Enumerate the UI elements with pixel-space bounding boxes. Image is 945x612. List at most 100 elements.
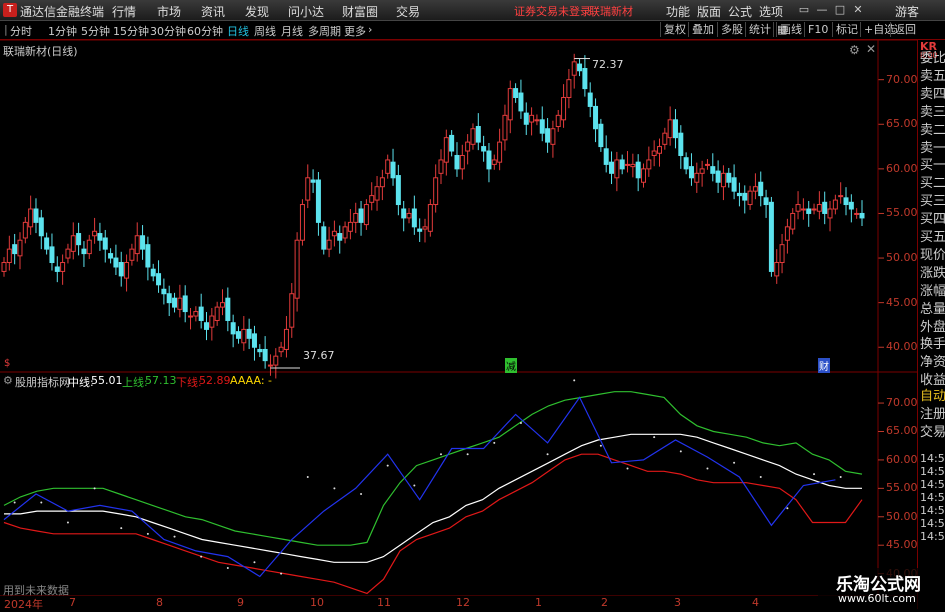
candle[interactable]: [353, 202, 359, 234]
tool-mark[interactable]: 标记: [832, 22, 861, 37]
candle[interactable]: [150, 263, 156, 282]
menu-options[interactable]: 选项: [759, 3, 783, 20]
quote-field-label[interactable]: 卖二: [920, 119, 945, 138]
candle[interactable]: [694, 162, 700, 193]
candle[interactable]: [374, 176, 380, 211]
lower-line[interactable]: [3, 453, 863, 595]
candle[interactable]: [363, 199, 369, 230]
candle[interactable]: [118, 251, 124, 287]
candle[interactable]: [235, 326, 241, 344]
period-multi[interactable]: 多周期: [308, 23, 341, 39]
candle[interactable]: [555, 110, 561, 132]
candle[interactable]: [86, 234, 92, 259]
menu-function[interactable]: 功能: [666, 3, 690, 20]
candle[interactable]: [433, 164, 439, 213]
period-monthly[interactable]: 月线: [281, 23, 303, 39]
quote-field-label[interactable]: 卖五: [920, 65, 945, 84]
candle[interactable]: [262, 336, 268, 369]
candle[interactable]: [44, 232, 50, 255]
candle[interactable]: [134, 222, 140, 262]
menu-item-community[interactable]: 财富圈: [342, 3, 378, 20]
indicator-name[interactable]: 股朋指标网: [15, 374, 70, 390]
candle[interactable]: [859, 200, 865, 226]
candle[interactable]: [609, 151, 615, 185]
tool-stats[interactable]: 统计: [745, 22, 774, 37]
candle[interactable]: [342, 221, 348, 244]
finance-marker[interactable]: 财: [818, 358, 830, 373]
quote-field-label[interactable]: 外盘: [920, 316, 945, 335]
menu-item-trade[interactable]: 交易: [396, 3, 420, 20]
candle[interactable]: [854, 208, 860, 219]
candle[interactable]: [459, 144, 465, 180]
candle[interactable]: [539, 106, 545, 142]
candle[interactable]: [614, 151, 620, 192]
candle[interactable]: [209, 308, 215, 341]
candle[interactable]: [715, 160, 721, 193]
candle[interactable]: [795, 191, 801, 220]
period-1min[interactable]: 1分钟: [48, 23, 77, 39]
candle[interactable]: [550, 120, 556, 158]
candle[interactable]: [566, 68, 572, 109]
candle[interactable]: [502, 104, 508, 151]
candle[interactable]: [166, 285, 172, 317]
candle[interactable]: [193, 306, 199, 322]
quote-field-label[interactable]: 卖一: [920, 137, 945, 156]
candle[interactable]: [545, 118, 551, 153]
candle[interactable]: [672, 109, 678, 149]
tool-adjust[interactable]: 复权: [660, 22, 689, 37]
candle[interactable]: [422, 218, 428, 243]
candle[interactable]: [582, 55, 588, 97]
candle[interactable]: [385, 154, 391, 179]
candle[interactable]: [486, 143, 492, 183]
candle[interactable]: [790, 208, 796, 235]
candle[interactable]: [587, 82, 593, 118]
candle[interactable]: [299, 199, 305, 246]
candle[interactable]: [214, 301, 220, 326]
candle[interactable]: [774, 249, 780, 284]
candle[interactable]: [230, 314, 236, 348]
candle[interactable]: [497, 128, 503, 171]
candle[interactable]: [481, 135, 487, 162]
candle[interactable]: [619, 154, 625, 175]
maximize-icon[interactable]: □: [832, 2, 848, 17]
period-5min[interactable]: 5分钟: [81, 23, 110, 39]
candle[interactable]: [12, 233, 18, 265]
candle[interactable]: [198, 293, 204, 329]
candle[interactable]: [736, 182, 742, 207]
quote-field-label[interactable]: 买四: [920, 208, 945, 227]
candle[interactable]: [848, 194, 854, 223]
candle[interactable]: [22, 217, 28, 244]
candle[interactable]: [475, 113, 481, 151]
candle[interactable]: [704, 159, 710, 170]
candle[interactable]: [667, 106, 673, 146]
candle[interactable]: [246, 318, 252, 350]
candle[interactable]: [651, 140, 657, 167]
tool-multi-stock[interactable]: 多股: [717, 22, 746, 37]
period-intraday[interactable]: 分时: [10, 23, 32, 39]
candle[interactable]: [417, 218, 423, 242]
candle[interactable]: [283, 316, 289, 358]
candle[interactable]: [470, 123, 476, 150]
candle[interactable]: [523, 102, 529, 135]
candle[interactable]: [294, 232, 300, 312]
candle[interactable]: [177, 284, 183, 318]
candle[interactable]: [113, 244, 119, 275]
candle[interactable]: [108, 248, 114, 264]
candle[interactable]: [219, 289, 225, 316]
candle[interactable]: [603, 135, 609, 173]
candle[interactable]: [662, 127, 668, 150]
candle[interactable]: [28, 195, 34, 235]
candle[interactable]: [816, 191, 822, 220]
candle[interactable]: [278, 341, 284, 358]
candle[interactable]: [699, 160, 705, 187]
candle[interactable]: [577, 58, 583, 77]
candle[interactable]: [811, 203, 817, 215]
candle[interactable]: [401, 200, 407, 232]
menu-formula[interactable]: 公式: [728, 3, 752, 20]
candle[interactable]: [102, 229, 108, 263]
restore-icon[interactable]: ▭: [796, 2, 812, 17]
quote-field-label[interactable]: 涨幅: [920, 280, 945, 299]
quote-field-label[interactable]: 买三: [920, 190, 945, 209]
candle[interactable]: [49, 233, 55, 271]
candle[interactable]: [305, 164, 311, 209]
